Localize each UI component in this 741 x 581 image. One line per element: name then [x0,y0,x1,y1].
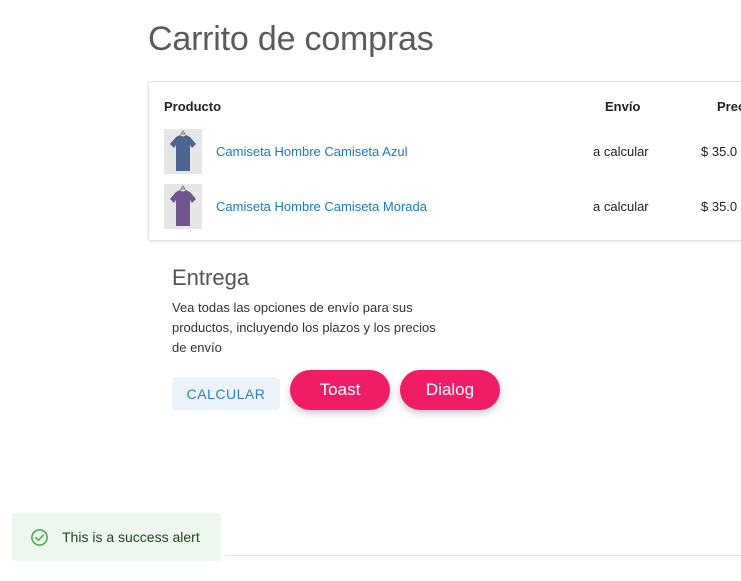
product-link[interactable]: Camiseta Hombre Camiseta Azul [216,144,407,159]
tshirt-image [164,129,202,174]
price-value: $ 35.0 [701,144,738,159]
page: Carrito de compras Producto Envío Prec C… [0,0,741,581]
product-link[interactable]: Camiseta Hombre Camiseta Morada [216,199,427,214]
product-thumbnail[interactable] [164,129,202,174]
alert-message: This is a success alert [62,529,200,545]
success-alert: This is a success alert [12,513,221,561]
check-circle-icon [31,529,48,546]
calculate-button[interactable]: CALCULAR [172,377,280,410]
delivery-heading: Entrega [172,265,250,290]
cart-table: Producto Envío Prec Camiseta Hombre Cami… [148,81,741,241]
table-row: Camiseta Hombre Camiseta Azul a calcular… [149,129,741,175]
delivery-description: Vea todas las opciones de envío para sus… [172,300,436,355]
price-value: $ 35.0 [701,199,738,214]
shipping-value: a calcular [593,144,649,159]
page-title: Carrito de compras [148,20,434,58]
product-thumbnail[interactable] [164,184,202,229]
toast-button[interactable]: Toast [290,370,390,410]
column-header-price: Prec [717,99,741,114]
column-header-shipping: Envío [605,99,641,114]
shipping-value: a calcular [593,199,649,214]
tshirt-image [164,184,202,229]
dialog-button[interactable]: Dialog [400,370,500,410]
column-header-product: Producto [164,99,222,114]
divider [225,555,741,556]
table-row: Camiseta Hombre Camiseta Morada a calcul… [149,184,741,230]
